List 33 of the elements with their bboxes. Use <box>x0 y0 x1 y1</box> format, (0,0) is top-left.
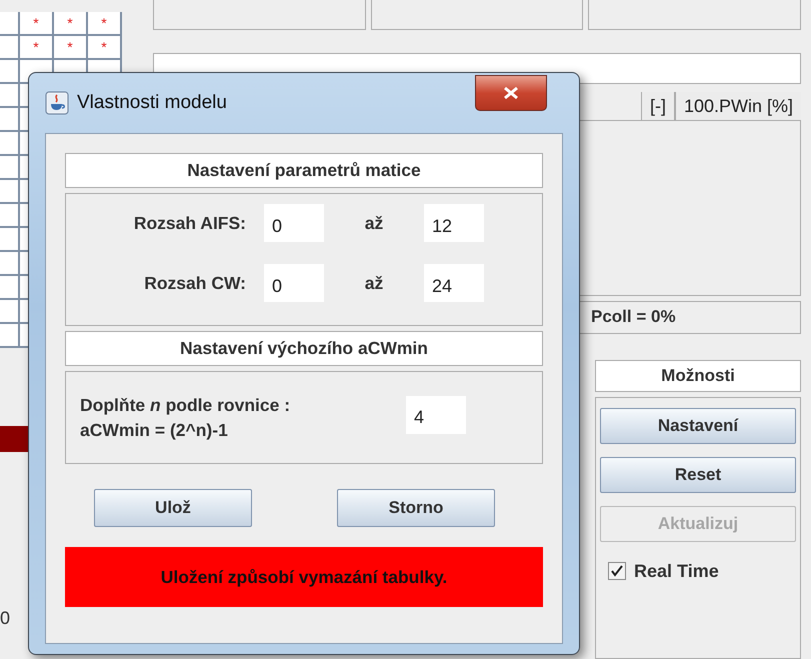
input-field[interactable]: 24 <box>424 264 484 302</box>
table-cell-text: * <box>100 14 108 33</box>
input-field[interactable]: 12 <box>424 204 484 242</box>
options-button[interactable]: Nastavení <box>600 408 796 444</box>
table-cell: 0 <box>0 608 10 629</box>
window-title: Vlastnosti modelu <box>77 92 227 114</box>
dialog-button[interactable]: Ulož <box>94 489 252 527</box>
options-button[interactable]: Reset <box>600 456 796 493</box>
dialog-button[interactable]: Storno <box>337 489 495 527</box>
separator-label: až <box>364 212 384 234</box>
field-label: Rozsah CW: <box>143 272 246 294</box>
options-header: Možnosti <box>595 360 801 392</box>
table-cell-text: * <box>100 38 108 57</box>
cup-icon <box>45 91 69 115</box>
close-button[interactable] <box>475 75 547 111</box>
input-field[interactable]: 0 <box>264 264 324 302</box>
separator-label: až <box>364 272 384 294</box>
table-cell-text: * <box>32 38 40 57</box>
close-icon <box>502 86 520 100</box>
warning-banner: Uložení způsobí vymazání tabulky. <box>65 547 543 607</box>
section-header: Nastavení výchozího aCWmin <box>65 331 543 366</box>
instruction-text: Doplňte n podle rovnice : <box>80 394 292 416</box>
instruction-text: aCWmin = (2^n)-1 <box>80 420 229 440</box>
table-cell-text: * <box>66 14 74 33</box>
field-label: Rozsah AIFS: <box>132 212 246 234</box>
checkbox-label: Real Time <box>634 560 719 582</box>
status-label: Pcoll = 0% <box>591 307 676 328</box>
input-field[interactable]: 0 <box>264 204 324 242</box>
section-header: Nastavení parametrů matice <box>65 153 543 188</box>
table-cell-text: * <box>32 14 40 33</box>
checkbox[interactable] <box>608 562 626 580</box>
table-cell-text: * <box>66 38 74 57</box>
input-field[interactable]: 4 <box>406 396 466 434</box>
